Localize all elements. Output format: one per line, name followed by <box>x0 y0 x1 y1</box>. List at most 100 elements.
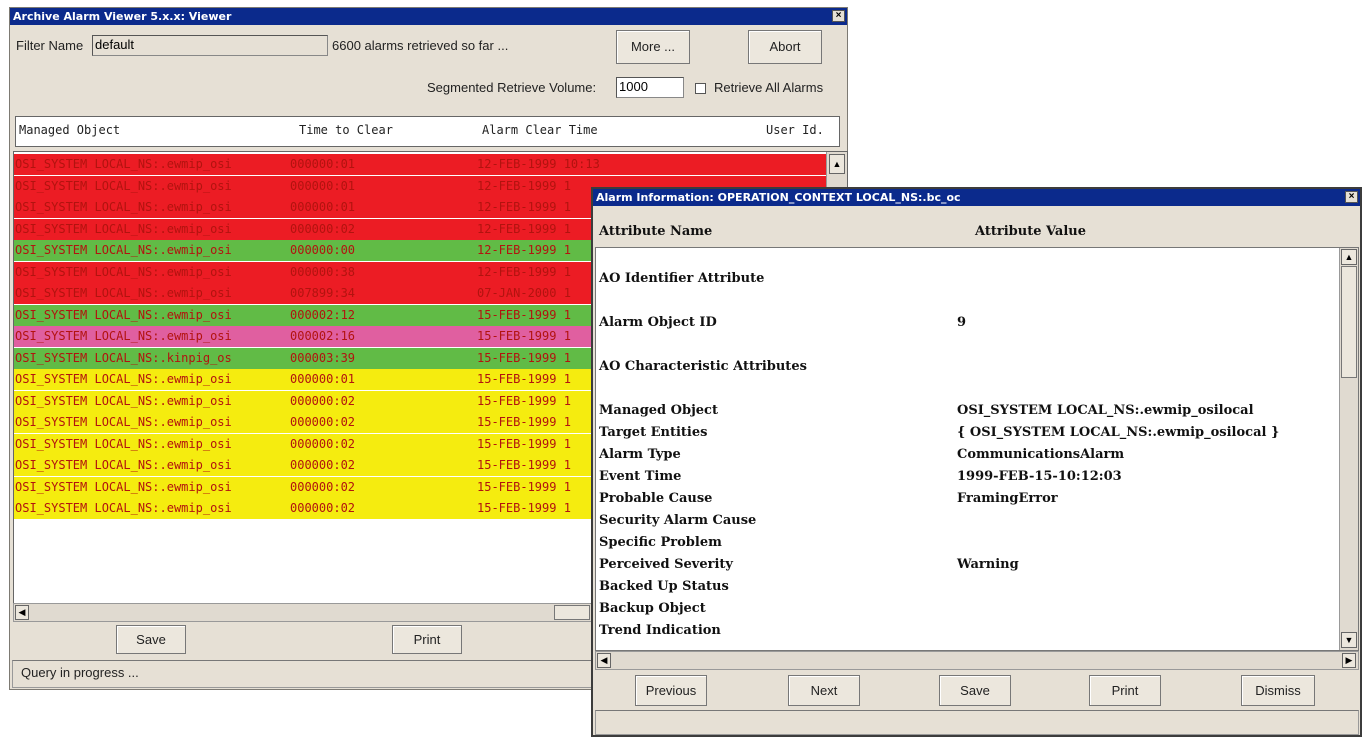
retrieved-count-text: 6600 alarms retrieved so far ... <box>332 38 509 53</box>
arrow-left-icon[interactable]: ◀ <box>15 605 29 620</box>
arrow-left-icon[interactable]: ◀ <box>597 653 611 668</box>
segmented-retrieve-input[interactable]: 1000 <box>616 77 684 98</box>
attribute-name: AO Identifier Attribute <box>599 271 765 286</box>
attribute-value: CommunicationsAlarm <box>957 447 1125 462</box>
attribute-name: Backed Up Status <box>599 579 729 594</box>
viewer-print-button[interactable]: Print <box>392 625 462 654</box>
cell-managed-object: OSI_SYSTEM LOCAL_NS:.ewmip_osi <box>15 329 232 343</box>
filter-name-field[interactable]: default <box>92 35 328 56</box>
cell-alarm-clear-time: 15-FEB-1999 1 <box>477 458 571 472</box>
alarm-list-header: Managed Object Time to Clear Alarm Clear… <box>15 116 840 147</box>
attribute-name-header: Attribute Name <box>599 224 713 239</box>
cell-alarm-clear-time: 15-FEB-1999 1 <box>477 479 571 494</box>
horizontal-scroll-thumb[interactable] <box>554 605 590 620</box>
cell-alarm-clear-time: 12-FEB-1999 1 <box>477 264 571 279</box>
cell-alarm-clear-time: 12-FEB-1999 1 <box>477 178 571 193</box>
viewer-status-bar: Query in progress ... <box>12 660 612 688</box>
cell-time-to-clear: 007899:34 <box>290 286 356 300</box>
vertical-scroll-thumb[interactable] <box>1341 266 1357 378</box>
arrow-down-icon[interactable]: ▼ <box>1341 632 1357 648</box>
cell-managed-object: OSI_SYSTEM LOCAL_NS:.ewmip_osi <box>15 157 232 171</box>
cell-managed-object: OSI_SYSTEM LOCAL_NS:.ewmip_osi <box>15 178 232 193</box>
attribute-name: Managed Object <box>599 403 718 418</box>
cell-time-to-clear: 000000:02 <box>290 221 356 236</box>
cell-managed-object: OSI_SYSTEM LOCAL_NS:.ewmip_osi <box>15 200 232 214</box>
dismiss-button[interactable]: Dismiss <box>1241 675 1315 706</box>
column-managed-object[interactable]: Managed Object <box>19 123 120 137</box>
cell-alarm-clear-time: 15-FEB-1999 1 <box>477 372 571 386</box>
attribute-name: Target Entities <box>599 425 708 440</box>
cell-time-to-clear: 000000:01 <box>290 157 356 171</box>
attribute-name: Security Alarm Cause <box>599 513 757 528</box>
cell-alarm-clear-time: 15-FEB-1999 1 <box>477 436 571 451</box>
cell-alarm-clear-time: 12-FEB-1999 1 <box>477 200 571 214</box>
segmented-retrieve-label: Segmented Retrieve Volume: <box>427 80 597 95</box>
arrow-up-icon[interactable]: ▲ <box>829 154 845 174</box>
cell-time-to-clear: 000000:02 <box>290 415 356 429</box>
cell-alarm-clear-time: 15-FEB-1999 1 <box>477 393 571 408</box>
cell-time-to-clear: 000000:02 <box>290 479 356 494</box>
cell-time-to-clear: 000000:01 <box>290 200 356 214</box>
attribute-name: Backup Object <box>599 601 706 616</box>
viewer-save-button[interactable]: Save <box>116 625 186 654</box>
next-button[interactable]: Next <box>788 675 860 706</box>
attribute-name: Specific Problem <box>599 535 722 550</box>
info-print-button[interactable]: Print <box>1089 675 1161 706</box>
cell-managed-object: OSI_SYSTEM LOCAL_NS:.ewmip_osi <box>15 243 232 257</box>
cell-time-to-clear: 000000:01 <box>290 372 356 386</box>
cell-managed-object: OSI_SYSTEM LOCAL_NS:.kinpig_os <box>15 350 232 365</box>
attribute-list: AO Identifier Attribute Alarm Object ID 9 A… <box>595 247 1359 651</box>
attribute-value: 1999-FEB-15-10:12:03 <box>957 469 1122 484</box>
attribute-vertical-scrollbar[interactable]: ▲ ▼ <box>1339 248 1358 650</box>
attribute-name: Trend Indication <box>599 623 721 638</box>
arrow-right-icon[interactable]: ▶ <box>1342 653 1356 668</box>
cell-managed-object: OSI_SYSTEM LOCAL_NS:.ewmip_osi <box>15 286 232 300</box>
attribute-value: OSI_SYSTEM LOCAL_NS:.ewmip_osilocal <box>957 403 1254 418</box>
attribute-value: { OSI_SYSTEM LOCAL_NS:.ewmip_osilocal } <box>957 425 1280 440</box>
close-icon[interactable]: × <box>1345 191 1358 203</box>
cell-managed-object: OSI_SYSTEM LOCAL_NS:.ewmip_osi <box>15 393 232 408</box>
retrieve-all-label: Retrieve All Alarms <box>714 80 824 95</box>
cell-time-to-clear: 000000:02 <box>290 436 356 451</box>
alarm-information-window: Alarm Information: OPERATION_CONTEXT LOC… <box>591 187 1362 737</box>
cell-managed-object: OSI_SYSTEM LOCAL_NS:.ewmip_osi <box>15 501 232 515</box>
cell-time-to-clear: 000000:02 <box>290 501 356 515</box>
attribute-name: Alarm Object ID <box>599 315 717 330</box>
attribute-rows: AO Identifier Attribute Alarm Object ID 9 A… <box>596 248 1340 650</box>
cell-managed-object: OSI_SYSTEM LOCAL_NS:.ewmip_osi <box>15 436 232 451</box>
retrieve-all-checkbox[interactable] <box>695 83 706 94</box>
attribute-value: 9 <box>957 315 967 330</box>
column-time-to-clear[interactable]: Time to Clear <box>299 123 393 137</box>
cell-alarm-clear-time: 15-FEB-1999 1 <box>477 350 571 365</box>
cell-managed-object: OSI_SYSTEM LOCAL_NS:.ewmip_osi <box>15 307 232 322</box>
cell-alarm-clear-time: 15-FEB-1999 1 <box>477 415 571 429</box>
more-button[interactable]: More ... <box>616 30 690 64</box>
cell-managed-object: OSI_SYSTEM LOCAL_NS:.ewmip_osi <box>15 221 232 236</box>
info-save-button[interactable]: Save <box>939 675 1011 706</box>
cell-time-to-clear: 000000:00 <box>290 243 356 257</box>
attribute-value: Warning <box>957 557 1019 572</box>
arrow-up-icon[interactable]: ▲ <box>1341 249 1357 265</box>
column-user-id[interactable]: User Id. <box>766 123 824 137</box>
cell-time-to-clear: 000000:02 <box>290 393 356 408</box>
cell-alarm-clear-time: 12-FEB-1999 1 <box>477 243 571 257</box>
cell-alarm-clear-time: 12-FEB-1999 10:13 <box>477 157 600 171</box>
cell-time-to-clear: 000003:39 <box>290 350 356 365</box>
attribute-name: Perceived Severity <box>599 557 733 572</box>
close-icon[interactable]: × <box>832 10 845 22</box>
abort-button[interactable]: Abort <box>748 30 822 64</box>
cell-managed-object: OSI_SYSTEM LOCAL_NS:.ewmip_osi <box>15 372 232 386</box>
cell-alarm-clear-time: 07-JAN-2000 1 <box>477 286 571 300</box>
viewer-title-bar: Archive Alarm Viewer 5.x.x: Viewer <box>10 8 847 25</box>
alarm-list-horizontal-scrollbar[interactable]: ◀ <box>13 603 593 622</box>
cell-managed-object: OSI_SYSTEM LOCAL_NS:.ewmip_osi <box>15 458 232 472</box>
table-row[interactable]: OSI_SYSTEM LOCAL_NS:.ewmip_osi 000000:01 1… <box>14 154 826 175</box>
cell-time-to-clear: 000002:16 <box>290 329 356 343</box>
column-alarm-clear-time[interactable]: Alarm Clear Time <box>482 123 598 137</box>
attribute-horizontal-scrollbar[interactable]: ◀ ▶ <box>595 651 1359 670</box>
cell-managed-object: OSI_SYSTEM LOCAL_NS:.ewmip_osi <box>15 415 232 429</box>
attribute-value: FramingError <box>957 491 1058 506</box>
info-title-bar: Alarm Information: OPERATION_CONTEXT LOC… <box>593 189 1360 206</box>
attribute-value-header: Attribute Value <box>975 224 1086 239</box>
previous-button[interactable]: Previous <box>635 675 707 706</box>
